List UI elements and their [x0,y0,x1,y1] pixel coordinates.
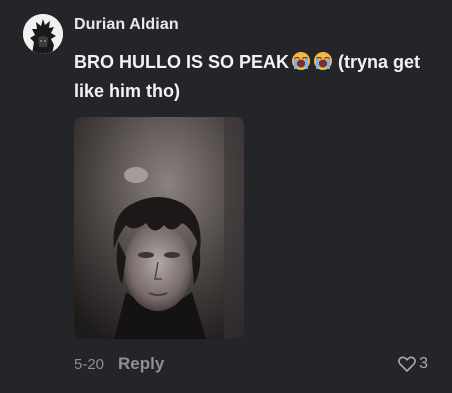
avatar-image [23,14,63,54]
loudly-crying-face-icon [313,51,333,71]
like-button[interactable]: 3 [398,354,428,374]
photo-image [74,117,244,339]
comment-meta: 5-20 Reply [74,354,164,374]
reply-button[interactable]: Reply [118,354,164,374]
user-avatar[interactable] [23,14,63,54]
comment-text: BRO HULLO IS SO PEAK (tryna get like him… [74,48,434,106]
heart-outline-icon [398,356,416,372]
comment-text-main: BRO HULLO IS SO PEAK [74,52,290,72]
comment-item: Durian Aldian BRO HULLO IS SO PEAK (tryn… [0,0,452,393]
comment-username[interactable]: Durian Aldian [74,16,179,34]
like-count: 3 [419,355,428,372]
comment-photo[interactable] [74,117,244,339]
loudly-crying-face-icon [291,51,311,71]
comment-date: 5-20 [74,355,105,373]
